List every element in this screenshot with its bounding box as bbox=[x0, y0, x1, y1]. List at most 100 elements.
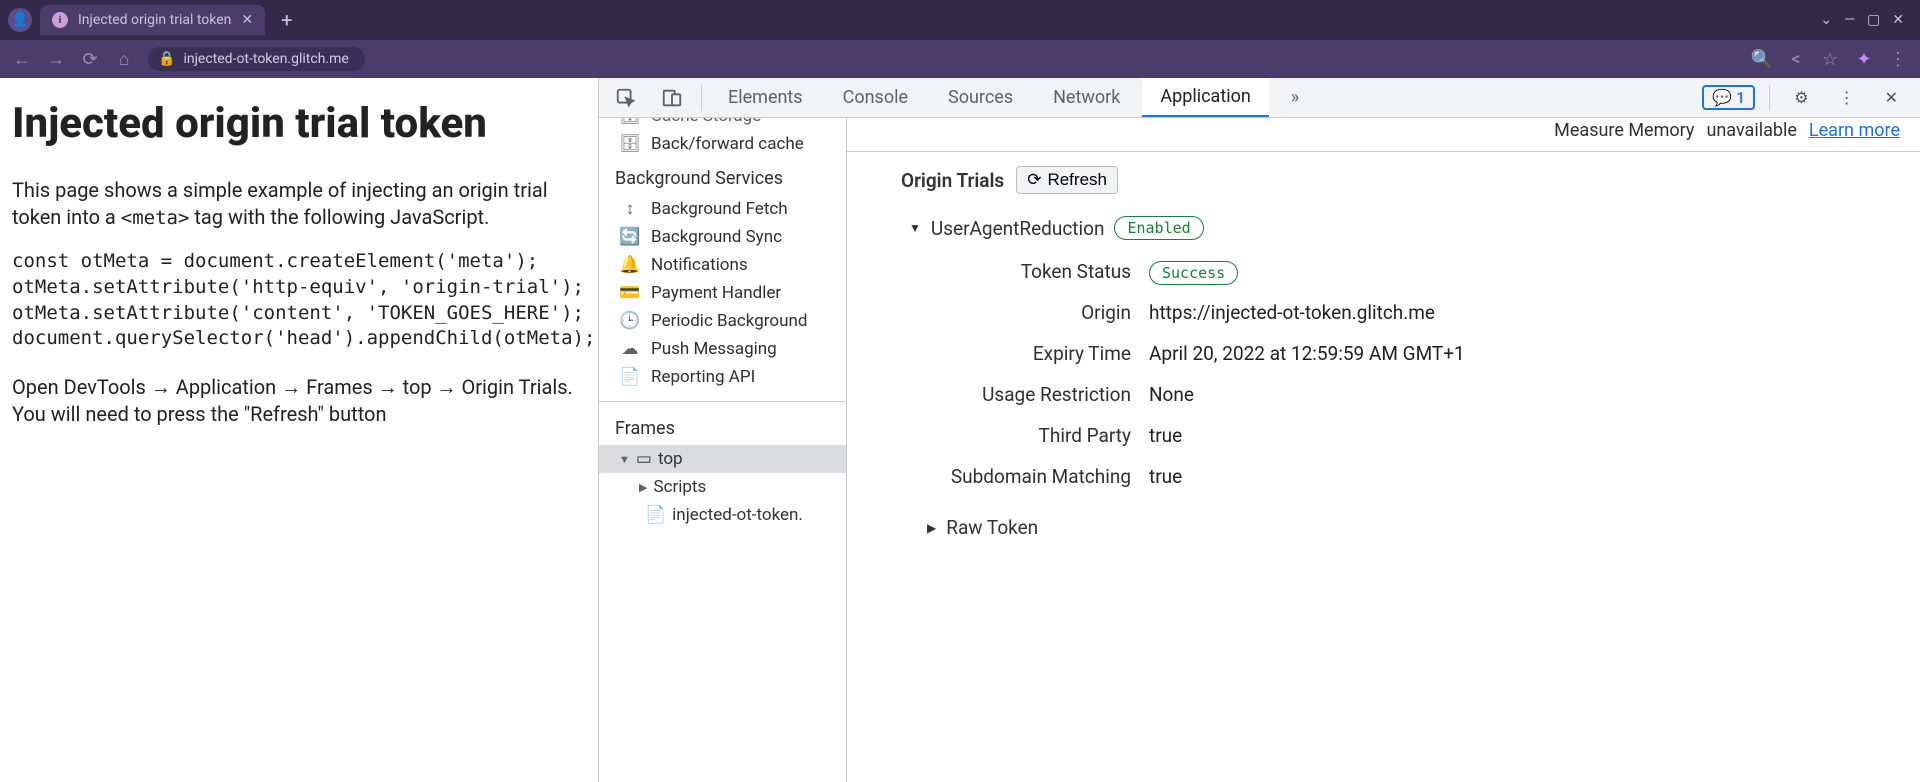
refresh-icon: ⟳ bbox=[1027, 170, 1041, 190]
url-field[interactable]: 🔒 injected-ot-token.glitch.me bbox=[148, 47, 365, 71]
tab-close-icon[interactable]: ✕ bbox=[241, 12, 253, 28]
frame-top[interactable]: ▼ ▭ top bbox=[599, 445, 846, 473]
tab-sources[interactable]: Sources bbox=[930, 79, 1031, 116]
devtools-panel: Elements Console Sources Network Applica… bbox=[598, 78, 1920, 782]
database-icon: 🗄 bbox=[619, 118, 641, 126]
sidebar-item-periodic-background[interactable]: 🕒 Periodic Background bbox=[599, 307, 846, 335]
origin-value: https://injected-ot-token.glitch.me bbox=[1149, 301, 1900, 324]
measure-memory-label: Measure Memory bbox=[1554, 120, 1694, 141]
settings-icon[interactable]: ⚙ bbox=[1784, 82, 1818, 113]
divider bbox=[1769, 85, 1770, 111]
learn-more-link[interactable]: Learn more bbox=[1809, 120, 1900, 141]
back-icon[interactable]: ← bbox=[12, 49, 32, 70]
frames-block: Frames ▼ ▭ top ▶ Scripts 📄 injected-ot-t… bbox=[599, 401, 846, 529]
window-minimize-icon[interactable]: — bbox=[1844, 12, 1855, 28]
sidebar-label: Push Messaging bbox=[651, 339, 777, 359]
url-text: injected-ot-token.glitch.me bbox=[183, 51, 348, 67]
devtools-body: 🗄 Cache Storage 🗄 Back/forward cache Bac… bbox=[599, 118, 1920, 782]
browser-tab[interactable]: i Injected origin trial token ✕ bbox=[40, 5, 265, 35]
instructions-paragraph: Open DevTools → Application → Frames → t… bbox=[12, 374, 586, 428]
devtools-close-icon[interactable]: ✕ bbox=[1875, 82, 1908, 113]
refresh-label: Refresh bbox=[1047, 170, 1107, 190]
kebab-menu-icon[interactable]: ⋮ bbox=[1829, 82, 1865, 113]
disclosure-triangle-icon[interactable]: ▶ bbox=[927, 521, 936, 535]
new-tab-button[interactable]: + bbox=[273, 8, 300, 32]
raw-token-row[interactable]: ▶ Raw Token bbox=[847, 498, 1920, 549]
subdomain-matching-label: Subdomain Matching bbox=[867, 465, 1149, 488]
document-icon: 📄 bbox=[619, 367, 641, 387]
database-icon: 🗄 bbox=[619, 134, 641, 154]
sidebar-item-notifications[interactable]: 🔔 Notifications bbox=[599, 251, 846, 279]
sidebar-item-bfcache[interactable]: 🗄 Back/forward cache bbox=[599, 130, 846, 158]
third-party-value: true bbox=[1149, 424, 1900, 447]
window-close-icon[interactable]: ✕ bbox=[1892, 12, 1904, 28]
disclosure-triangle-icon[interactable]: ▼ bbox=[909, 221, 921, 235]
inspect-icon[interactable] bbox=[605, 81, 647, 115]
refresh-button[interactable]: ⟳ Refresh bbox=[1016, 166, 1118, 194]
measure-memory-row: Measure Memory unavailable Learn more bbox=[847, 118, 1920, 143]
frame-script-file[interactable]: 📄 injected-ot-token. bbox=[599, 501, 846, 529]
frame-label: Scripts bbox=[653, 477, 706, 497]
disclosure-triangle-icon[interactable]: ▼ bbox=[619, 453, 630, 466]
window-icon: ▭ bbox=[636, 449, 652, 469]
sidebar-label: Periodic Background bbox=[651, 311, 807, 331]
profile-avatar[interactable]: 👤 bbox=[8, 8, 32, 32]
application-sidebar: 🗄 Cache Storage 🗄 Back/forward cache Bac… bbox=[599, 118, 847, 782]
code-block: const otMeta = document.createElement('m… bbox=[12, 249, 586, 352]
sidebar-heading-background-services: Background Services bbox=[599, 158, 846, 195]
sidebar-label: Background Sync bbox=[651, 227, 782, 247]
address-bar: ← → ⟳ ⌂ 🔒 injected-ot-token.glitch.me 🔍 … bbox=[0, 40, 1920, 78]
tab-application[interactable]: Application bbox=[1142, 78, 1268, 117]
fetch-icon: ↕ bbox=[619, 199, 641, 219]
sidebar-item-cache-storage[interactable]: 🗄 Cache Storage bbox=[599, 118, 846, 130]
forward-icon[interactable]: → bbox=[46, 49, 66, 70]
zoom-icon[interactable]: 🔍 bbox=[1752, 49, 1772, 70]
sidebar-label: Background Fetch bbox=[651, 199, 788, 219]
tab-network[interactable]: Network bbox=[1035, 79, 1138, 116]
issues-count: 1 bbox=[1736, 88, 1745, 107]
sidebar-item-background-sync[interactable]: 🔄 Background Sync bbox=[599, 223, 846, 251]
reload-icon[interactable]: ⟳ bbox=[80, 49, 100, 70]
tab-favicon-icon: i bbox=[52, 12, 68, 28]
sidebar-item-reporting-api[interactable]: 📄Reporting API bbox=[599, 363, 846, 391]
token-status-label: Token Status bbox=[867, 260, 1149, 283]
issues-icon: 💬 bbox=[1712, 88, 1732, 107]
extensions-icon[interactable]: ✦ bbox=[1854, 49, 1874, 70]
origin-trials-header: Origin Trials ⟳ Refresh bbox=[847, 166, 1920, 200]
bookmark-icon[interactable]: ☆ bbox=[1820, 49, 1840, 70]
expiry-label: Expiry Time bbox=[867, 342, 1149, 365]
tab-list-caret-icon[interactable]: ⌄ bbox=[1820, 12, 1832, 28]
menu-icon[interactable]: ⋮ bbox=[1888, 49, 1908, 70]
sidebar-label: Cache Storage bbox=[651, 118, 761, 126]
intro-text-b: tag with the following JavaScript. bbox=[189, 205, 489, 229]
tab-elements[interactable]: Elements bbox=[710, 79, 821, 116]
frame-label: injected-ot-token. bbox=[672, 505, 803, 525]
frame-scripts[interactable]: ▶ Scripts bbox=[599, 473, 846, 501]
page-content: Injected origin trial token This page sh… bbox=[0, 78, 598, 782]
share-icon[interactable]: < bbox=[1786, 49, 1806, 70]
measure-memory-value: unavailable bbox=[1706, 120, 1796, 141]
sync-icon: 🔄 bbox=[619, 227, 641, 247]
subdomain-matching-value: true bbox=[1149, 465, 1900, 488]
home-icon[interactable]: ⌂ bbox=[114, 49, 134, 70]
usage-restriction-value: None bbox=[1149, 383, 1900, 406]
clock-icon: 🕒 bbox=[619, 311, 641, 331]
status-badge-enabled: Enabled bbox=[1114, 216, 1203, 240]
expiry-value: April 20, 2022 at 12:59:59 AM GMT+1 bbox=[1149, 342, 1900, 365]
issues-badge[interactable]: 💬 1 bbox=[1702, 85, 1755, 110]
bell-icon: 🔔 bbox=[619, 255, 641, 275]
tab-console[interactable]: Console bbox=[825, 79, 926, 116]
sidebar-item-push-messaging[interactable]: ☁Push Messaging bbox=[599, 335, 846, 363]
trial-row[interactable]: ▼ UserAgentReduction Enabled bbox=[847, 200, 1920, 250]
tab-bar: 👤 i Injected origin trial token ✕ + ⌄ — … bbox=[0, 0, 1920, 40]
frame-label: top bbox=[658, 449, 683, 469]
window-maximize-icon[interactable]: ▢ bbox=[1867, 12, 1880, 28]
window-controls: ⌄ — ▢ ✕ bbox=[1820, 12, 1912, 28]
sidebar-item-background-fetch[interactable]: ↕ Background Fetch bbox=[599, 195, 846, 223]
disclosure-triangle-icon[interactable]: ▶ bbox=[639, 481, 647, 494]
device-toggle-icon[interactable] bbox=[651, 81, 693, 115]
sidebar-item-payment-handler[interactable]: 💳Payment Handler bbox=[599, 279, 846, 307]
lock-icon: 🔒 bbox=[158, 51, 175, 67]
sidebar-label: Notifications bbox=[651, 255, 748, 275]
tab-overflow[interactable]: » bbox=[1273, 79, 1317, 116]
